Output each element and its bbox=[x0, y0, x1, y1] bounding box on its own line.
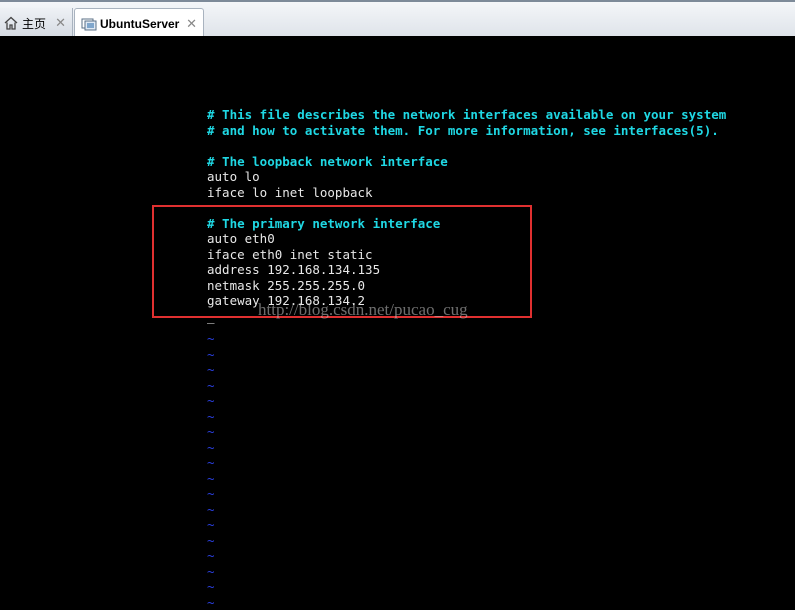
tab-bar: 主页 ✕ UbuntuServer ✕ bbox=[0, 0, 795, 36]
tilde-marker: ~ bbox=[207, 347, 215, 363]
tilde-marker: ~ bbox=[207, 378, 215, 394]
tilde-marker: ~ bbox=[207, 440, 215, 456]
comment-line: # and how to activate them. For more inf… bbox=[207, 123, 726, 139]
home-icon bbox=[3, 15, 19, 31]
tilde-marker: ~ bbox=[207, 564, 215, 580]
tilde-marker: ~ bbox=[207, 486, 215, 502]
tilde-marker: ~ bbox=[207, 393, 215, 409]
close-icon[interactable]: ✕ bbox=[55, 15, 66, 31]
tab-ubuntuserver-label: UbuntuServer bbox=[100, 17, 179, 31]
tilde-marker: ~ bbox=[207, 579, 215, 595]
tilde-marker: ~ bbox=[207, 595, 215, 610]
config-line: auto lo bbox=[207, 169, 726, 185]
close-icon[interactable]: ✕ bbox=[186, 16, 197, 32]
tilde-marker: ~ bbox=[207, 455, 215, 471]
tilde-marker: ~ bbox=[207, 502, 215, 518]
tilde-marker: ~ bbox=[207, 533, 215, 549]
tilde-marker: ~ bbox=[207, 548, 215, 564]
watermark: http://blog.csdn.net/pucao_cug bbox=[258, 300, 468, 320]
tilde-marker: ~ bbox=[207, 409, 215, 425]
comment-line: # The loopback network interface bbox=[207, 154, 726, 170]
vm-icon bbox=[81, 16, 97, 32]
empty-line-markers: ~~~~~~~~~~~~~~~~~~ bbox=[207, 331, 215, 610]
tab-home[interactable]: 主页 ✕ bbox=[0, 8, 73, 38]
tilde-marker: ~ bbox=[207, 362, 215, 378]
terminal-screen[interactable]: # This file describes the network interf… bbox=[0, 36, 795, 595]
config-line: iface lo inet loopback bbox=[207, 185, 726, 201]
blank-line bbox=[207, 138, 726, 154]
tilde-marker: ~ bbox=[207, 471, 215, 487]
tilde-marker: ~ bbox=[207, 331, 215, 347]
tab-home-label: 主页 bbox=[22, 15, 46, 32]
tilde-marker: ~ bbox=[207, 517, 215, 533]
tab-ubuntuserver[interactable]: UbuntuServer ✕ bbox=[74, 8, 204, 38]
comment-line: # This file describes the network interf… bbox=[207, 107, 726, 123]
tilde-marker: ~ bbox=[207, 424, 215, 440]
